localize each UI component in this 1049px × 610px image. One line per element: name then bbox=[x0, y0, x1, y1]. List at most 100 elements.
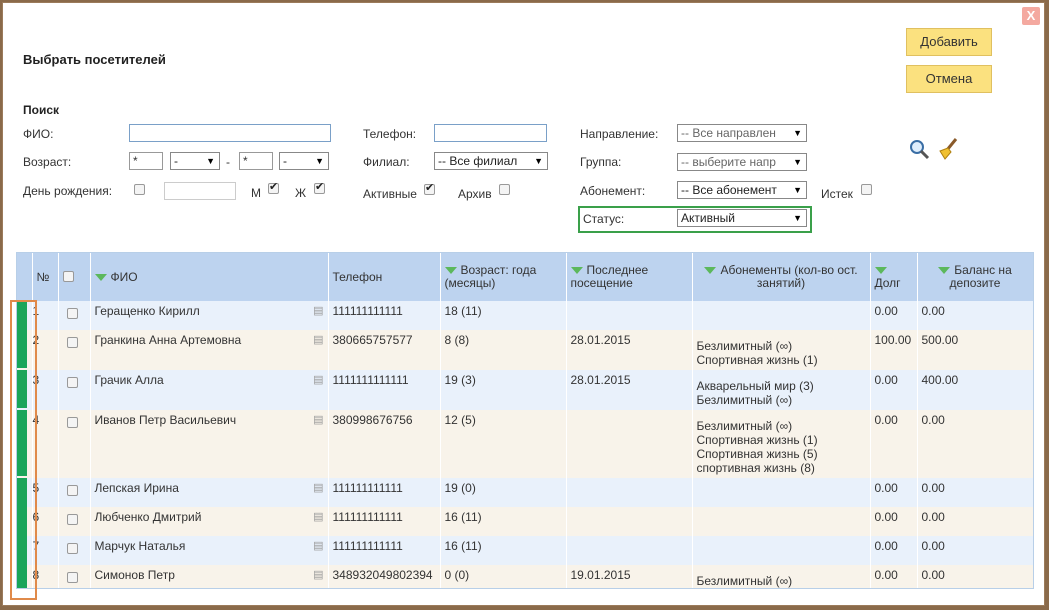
row-debt: 0.00 bbox=[870, 478, 918, 507]
birthday-checkbox[interactable] bbox=[134, 184, 145, 195]
branch-select[interactable]: -- Все филиал ▼ bbox=[434, 152, 548, 170]
row-age: 0 (0) bbox=[440, 565, 567, 588]
row-age: 16 (11) bbox=[440, 507, 567, 536]
subscription-select[interactable]: -- Все абонемент ▼ bbox=[677, 181, 807, 199]
row-subscriptions: Безлимитный (∞) Спортивная жизнь (1) Спорт… bbox=[692, 410, 871, 478]
row-age: 19 (0) bbox=[440, 478, 567, 507]
row-fio[interactable]: Иванов Петр Васильевич bbox=[95, 413, 237, 427]
row-fio[interactable]: Симонов Петр bbox=[95, 568, 175, 582]
broom-icon[interactable] bbox=[936, 137, 960, 161]
row-subscriptions: Безлимитный (∞) Спортивная жизнь (1) bbox=[692, 330, 871, 370]
row-last-visit bbox=[566, 410, 693, 478]
archive-label: Архив bbox=[458, 187, 492, 201]
chevron-down-icon: ▼ bbox=[793, 128, 802, 138]
row-age: 12 (5) bbox=[440, 410, 567, 478]
subscription-item: спортивная жизнь (8) bbox=[696, 461, 815, 475]
age-from-unit-select[interactable]: - ▼ bbox=[170, 152, 220, 170]
active-checkbox[interactable] bbox=[424, 181, 435, 195]
row-fio[interactable]: Марчук Наталья bbox=[95, 539, 186, 553]
table-row[interactable]: 6 Любченко Дмитрий ▤ 111111111111 16 (11) 0.0… bbox=[17, 507, 1033, 536]
row-fio[interactable]: Грачик Алла bbox=[95, 373, 164, 387]
cancel-button[interactable]: Отмена bbox=[906, 65, 992, 93]
header-phone[interactable]: Телефон bbox=[328, 253, 441, 301]
select-all-checkbox[interactable] bbox=[62, 271, 74, 282]
search-heading: Поиск bbox=[23, 103, 60, 117]
row-fio[interactable]: Любченко Дмитрий bbox=[95, 510, 202, 524]
row-phone: 348932049802394 bbox=[328, 565, 441, 588]
notes-icon[interactable]: ▤ bbox=[313, 373, 323, 387]
table-row[interactable]: 2 Гранкина Анна Артемовна ▤ 380665757577 8 (… bbox=[17, 330, 1033, 370]
notes-icon[interactable]: ▤ bbox=[313, 568, 323, 582]
subscription-value: -- Все абонемент bbox=[681, 183, 777, 197]
row-debt: 0.00 bbox=[870, 536, 918, 565]
direction-select[interactable]: -- Все направлен ▼ bbox=[677, 124, 807, 142]
search-icon[interactable] bbox=[908, 138, 930, 160]
row-checkbox[interactable] bbox=[66, 417, 78, 428]
subscription-item: Безлимитный (∞) bbox=[696, 419, 793, 433]
age-to-unit-select[interactable]: - ▼ bbox=[279, 152, 329, 170]
age-from-input[interactable]: * bbox=[129, 152, 163, 170]
row-checkbox[interactable] bbox=[66, 485, 78, 496]
notes-icon[interactable]: ▤ bbox=[313, 413, 323, 427]
row-checkbox[interactable] bbox=[66, 514, 78, 525]
row-phone: 111111111111 bbox=[328, 536, 441, 565]
chevron-down-icon: ▼ bbox=[793, 185, 802, 195]
row-fio-cell: Симонов Петр ▤ bbox=[90, 565, 329, 588]
row-subscriptions bbox=[692, 478, 871, 507]
row-checkbox[interactable] bbox=[66, 308, 78, 319]
visitors-table: № ФИО Телефон Возраст: года (месяцы) Пос… bbox=[16, 252, 1034, 589]
table-row[interactable]: 1 Геращенко Кирилл ▤ 111111111111 18 (11) 0.0… bbox=[17, 301, 1033, 330]
row-balance: 500.00 bbox=[917, 330, 1033, 370]
header-debt[interactable]: Долг bbox=[870, 253, 918, 301]
female-checkbox[interactable] bbox=[314, 180, 325, 194]
status-select[interactable]: Активный ▼ bbox=[677, 209, 807, 227]
age-to-input[interactable]: * bbox=[239, 152, 273, 170]
notes-icon[interactable]: ▤ bbox=[313, 539, 323, 553]
row-checkbox[interactable] bbox=[66, 377, 78, 388]
status-value: Активный bbox=[681, 211, 735, 225]
row-fio-cell: Грачик Алла ▤ bbox=[90, 370, 329, 410]
notes-icon[interactable]: ▤ bbox=[313, 333, 323, 347]
header-number: № bbox=[32, 253, 59, 301]
row-checkbox[interactable] bbox=[66, 543, 78, 554]
header-subscriptions[interactable]: Абонементы (кол-во ост. занятий) bbox=[692, 253, 871, 301]
sort-icon bbox=[874, 267, 887, 275]
row-checkbox[interactable] bbox=[66, 572, 78, 583]
age-label: Возраст: bbox=[23, 155, 72, 169]
row-fio-cell: Марчук Наталья ▤ bbox=[90, 536, 329, 565]
close-icon[interactable]: X bbox=[1022, 7, 1040, 25]
row-fio[interactable]: Лепская Ирина bbox=[95, 481, 179, 495]
phone-input[interactable] bbox=[434, 124, 547, 142]
archive-checkbox[interactable] bbox=[499, 184, 510, 195]
table-row[interactable]: 3 Грачик Алла ▤ 1111111111111 19 (3) 28.01.20… bbox=[17, 370, 1033, 410]
table-row[interactable]: 5 Лепская Ирина ▤ 111111111111 19 (0) 0.00 0.0… bbox=[17, 478, 1033, 507]
row-checkbox[interactable] bbox=[66, 337, 78, 348]
table-row[interactable]: 4 Иванов Петр Васильевич ▤ 380998676756 12 (… bbox=[17, 410, 1033, 478]
header-last-visit[interactable]: Последнее посещение bbox=[566, 253, 693, 301]
group-label: Группа: bbox=[580, 155, 622, 169]
fio-input[interactable] bbox=[129, 124, 331, 142]
table-row[interactable]: 8 Симонов Петр ▤ 348932049802394 0 (0) 19.01.… bbox=[17, 565, 1033, 588]
table-row[interactable]: 7 Марчук Наталья ▤ 111111111111 16 (11) 0.00 0… bbox=[17, 536, 1033, 565]
sort-icon bbox=[444, 267, 457, 275]
row-subscriptions: Безлимитный (∞) bbox=[692, 565, 871, 588]
row-age: 16 (11) bbox=[440, 536, 567, 565]
row-fio-cell: Иванов Петр Васильевич ▤ bbox=[90, 410, 329, 478]
expired-checkbox[interactable] bbox=[861, 184, 872, 195]
birthday-input[interactable] bbox=[164, 182, 236, 200]
notes-icon[interactable]: ▤ bbox=[313, 510, 323, 524]
row-fio[interactable]: Гранкина Анна Артемовна bbox=[95, 333, 242, 347]
row-phone: 380665757577 bbox=[328, 330, 441, 370]
sort-icon bbox=[94, 273, 107, 281]
header-fio[interactable]: ФИО bbox=[90, 253, 329, 301]
header-age[interactable]: Возраст: года (месяцы) bbox=[440, 253, 567, 301]
male-checkbox[interactable] bbox=[268, 180, 279, 194]
male-label: М bbox=[251, 186, 261, 200]
notes-icon[interactable]: ▤ bbox=[313, 304, 323, 318]
header-balance[interactable]: Баланс на депозите bbox=[917, 253, 1033, 301]
notes-icon[interactable]: ▤ bbox=[313, 481, 323, 495]
add-button[interactable]: Добавить bbox=[906, 28, 992, 56]
subscription-item: Спортивная жизнь (5) bbox=[696, 447, 818, 461]
group-select[interactable]: -- выберите напр ▼ bbox=[677, 153, 807, 171]
row-fio[interactable]: Геращенко Кирилл bbox=[95, 304, 200, 318]
